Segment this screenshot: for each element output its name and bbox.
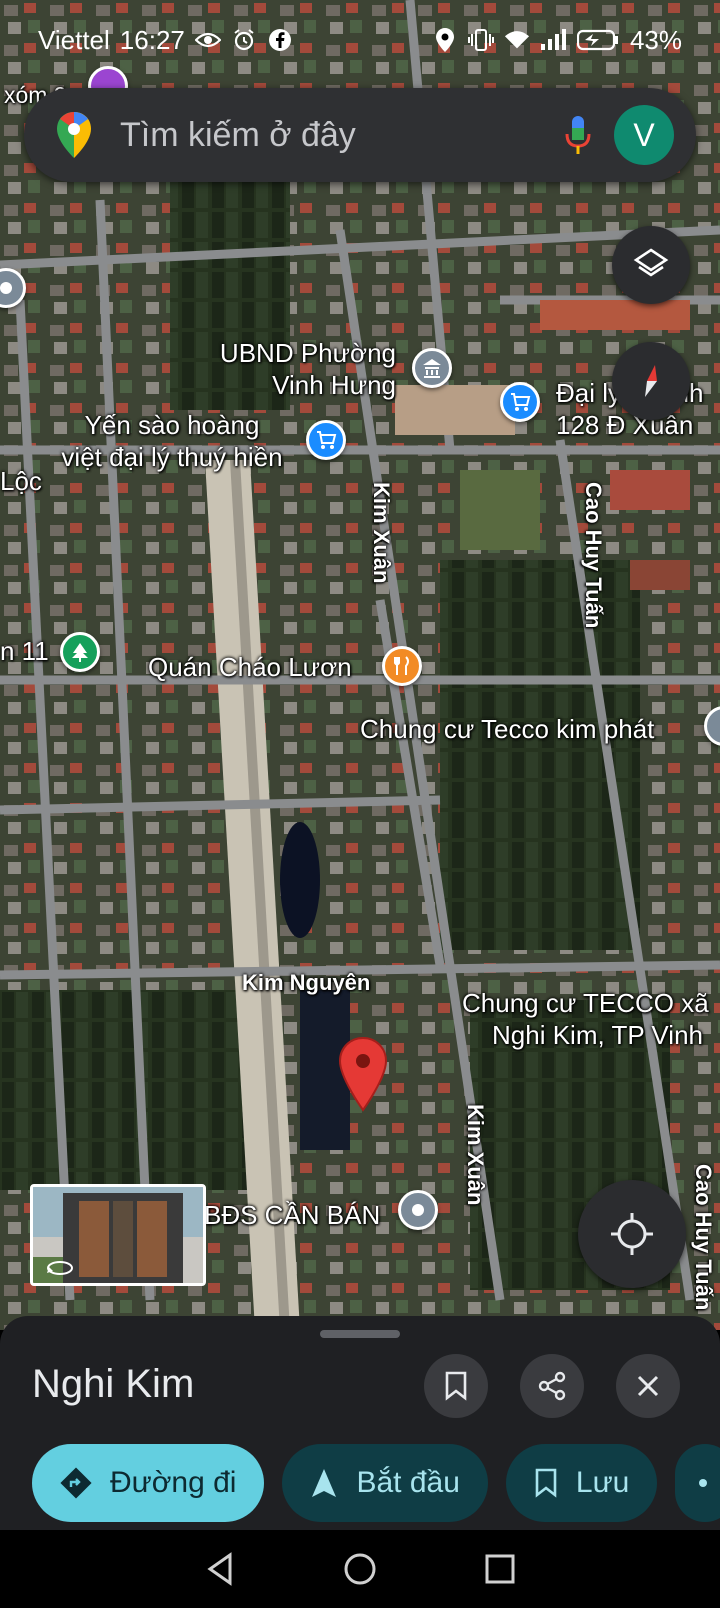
home-icon[interactable] [342, 1551, 378, 1587]
facebook-icon [267, 27, 293, 53]
directions-label: Đường đi [110, 1466, 237, 1499]
save-label: Lưu [575, 1466, 630, 1499]
restaurant-pin[interactable] [382, 646, 422, 686]
battery-percent: 43% [629, 24, 682, 55]
directions-button[interactable]: Đường đi [32, 1444, 265, 1522]
alarm-icon [231, 27, 257, 53]
road-label-kim-xuan-bottom: Kim Xuân [463, 1104, 488, 1206]
label-loc: Lộc [0, 466, 42, 496]
share-chip-button[interactable] [675, 1444, 720, 1522]
google-maps-screen: xóm 9 UBND Phường Vinh Hưng Đại lý Khánh… [0, 0, 720, 1608]
close-icon [637, 1375, 659, 1397]
crosshair-icon [611, 1213, 653, 1255]
action-chips: Đường đi Bắt đầu Lưu [32, 1444, 720, 1524]
label-chung-cu-tecco-kim-phat: Chung cư Tecco kim phát [360, 714, 655, 744]
google-maps-logo-icon [57, 112, 91, 158]
road-label-kim-nguyen: Kim Nguyên [242, 970, 371, 995]
location-icon [432, 27, 458, 53]
map-imagery [0, 0, 720, 1330]
layers-icon [633, 248, 669, 277]
system-navigation-bar [0, 1530, 720, 1608]
wifi-icon [504, 27, 530, 53]
street-view-thumbnail[interactable] [30, 1184, 206, 1286]
search-input[interactable]: Tìm kiếm ở đây [120, 116, 564, 155]
share-button[interactable] [520, 1354, 584, 1418]
satellite-map[interactable]: xóm 9 UBND Phường Vinh Hưng Đại lý Khánh… [0, 0, 720, 1330]
my-location-button[interactable] [578, 1180, 686, 1288]
government-building-pin[interactable] [412, 348, 452, 388]
label-ubnd-line1: UBND Phường [219, 338, 396, 368]
status-bar: Viettel 16:27 43% [0, 0, 720, 80]
search-bar[interactable]: Tìm kiếm ở đây V [24, 88, 696, 182]
sheet-drag-handle[interactable] [320, 1330, 400, 1338]
road-label-cao-huy-tuan-top: Cao Huy Tuấn [581, 482, 606, 629]
label-yen-sao-line1: Yến sào hoàng [84, 410, 260, 440]
clock: 16:27 [119, 24, 185, 55]
battery-icon [576, 27, 620, 53]
eye-icon [194, 27, 221, 53]
share-icon [699, 1479, 708, 1487]
save-chip-button[interactable]: Lưu [505, 1444, 658, 1522]
compass-icon [645, 365, 657, 397]
microphone-icon[interactable] [564, 114, 592, 156]
start-navigation-button[interactable]: Bắt đầu [282, 1444, 488, 1522]
back-icon[interactable] [202, 1551, 238, 1587]
dot-icon [412, 1204, 424, 1216]
bank-icon [423, 359, 441, 378]
shopping-pin-dai-ly[interactable] [500, 382, 540, 422]
account-avatar[interactable]: V [614, 105, 674, 165]
park-pin[interactable] [60, 632, 100, 672]
place-bottom-sheet[interactable]: Nghi Kim Đường đi Bắt đầu Lưu [0, 1316, 720, 1530]
save-place-button[interactable] [424, 1354, 488, 1418]
signal-icon [540, 27, 566, 53]
start-label: Bắt đầu [356, 1466, 460, 1499]
label-bds-can-ban: BĐS CẦN BÁN [204, 1200, 381, 1230]
fork-knife-icon [394, 656, 409, 675]
label-dai-ly-line2: 128 Đ Xuân [556, 410, 694, 440]
carrier-name: Viettel [38, 24, 110, 55]
label-n11: n 11 [0, 636, 49, 666]
directions-icon [60, 1467, 92, 1499]
recents-icon[interactable] [482, 1551, 518, 1587]
label-quan-chao-luon: Quán Cháo Lươn [148, 652, 352, 682]
layers-button[interactable] [612, 226, 690, 304]
bookmark-icon [445, 1371, 467, 1401]
selected-location-marker[interactable] [338, 1036, 388, 1112]
compass-button[interactable] [612, 342, 690, 420]
place-pin-bds[interactable] [398, 1190, 438, 1230]
navigation-arrow-icon [312, 1469, 337, 1497]
label-ubnd-line2: Vinh Hưng [272, 370, 396, 400]
tree-icon [72, 643, 88, 662]
vibrate-icon [467, 27, 494, 53]
dot-icon [0, 282, 12, 294]
label-chung-cu-tecco-line1: Chung cư TECCO xã [462, 988, 709, 1018]
rotate-360-icon [47, 1261, 73, 1275]
road-label-cao-huy-tuan-bottom: Cao Huy Tuấn [691, 1164, 716, 1311]
label-chung-cu-tecco-line2: Nghi Kim, TP Vinh [492, 1020, 703, 1050]
shopping-cart-icon [511, 393, 531, 411]
label-yen-sao-line2: việt đại lý thuý hiền [61, 442, 283, 472]
share-icon [538, 1371, 566, 1401]
shopping-cart-icon [317, 431, 337, 449]
road-label-kim-xuan-top: Kim Xuân [369, 482, 394, 584]
close-button[interactable] [616, 1354, 680, 1418]
bookmark-icon [535, 1468, 557, 1498]
place-title: Nghi Kim [32, 1362, 195, 1406]
shopping-pin-yen-sao[interactable] [306, 420, 346, 460]
